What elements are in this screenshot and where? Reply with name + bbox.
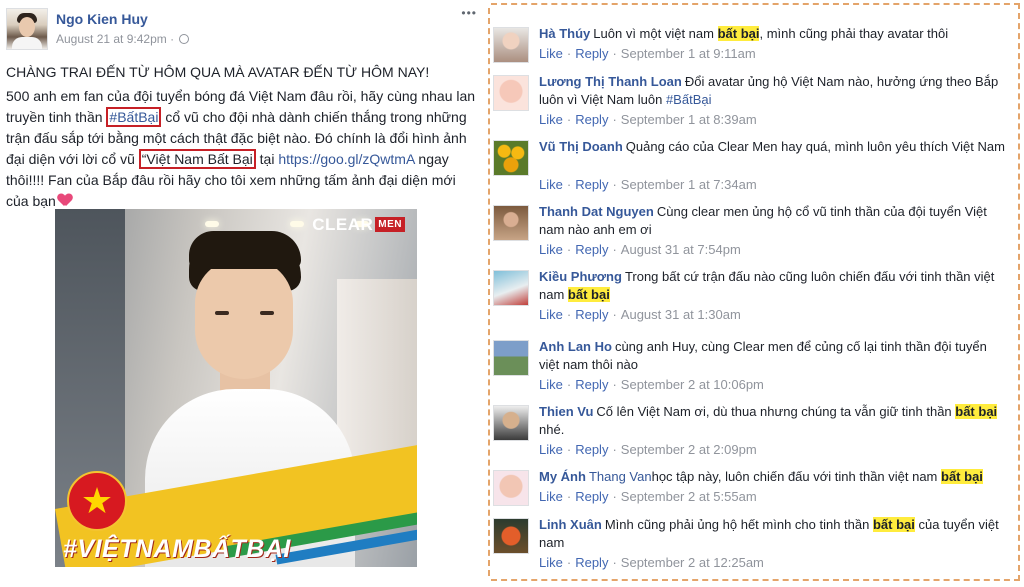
reply-link[interactable]: Reply: [575, 555, 608, 570]
comment-actions: Like · Reply · September 2 at 5:55am: [539, 489, 757, 504]
commenter-name[interactable]: Vũ Thị Doanh: [539, 139, 623, 154]
hashtag-link[interactable]: #BấtBại: [666, 92, 712, 107]
reply-link[interactable]: Reply: [575, 307, 608, 322]
vietnam-flag-icon: ★: [67, 471, 127, 531]
like-link[interactable]: Like: [539, 442, 563, 457]
comment-actions: Like · Reply · September 1 at 8:39am: [539, 112, 757, 127]
like-link[interactable]: Like: [539, 177, 563, 192]
commenter-name[interactable]: Thien Vu: [539, 404, 593, 419]
reply-link[interactable]: Reply: [575, 377, 608, 392]
comment-actions: Like · Reply · September 1 at 7:34am: [539, 177, 757, 192]
commenter-avatar[interactable]: [493, 27, 529, 63]
globe-icon: [179, 34, 190, 44]
panel-divider: [488, 8, 490, 576]
more-options-icon[interactable]: •••: [461, 6, 477, 20]
comment-time[interactable]: September 2 at 5:55am: [621, 489, 757, 504]
reply-link[interactable]: Reply: [575, 177, 608, 192]
commenter-avatar[interactable]: [493, 340, 529, 376]
commenter-avatar[interactable]: [493, 270, 529, 306]
heart-emoji-icon: [58, 194, 72, 207]
commenter-avatar[interactable]: [493, 75, 529, 111]
image-hashtag-overlay: #VIỆTNAMBẤTBẠI: [63, 535, 291, 563]
commenter-avatar[interactable]: [493, 205, 529, 241]
slogan-text: “Việt Nam Bất Bại: [138, 149, 256, 169]
commenter-name[interactable]: Kiều Phương: [539, 269, 622, 284]
commenter-name[interactable]: My Ánh: [539, 469, 586, 484]
commenter-name[interactable]: Anh Lan Ho: [539, 339, 612, 354]
commenter-avatar[interactable]: [493, 470, 529, 506]
like-link[interactable]: Like: [539, 307, 563, 322]
comment-time[interactable]: September 1 at 8:39am: [621, 112, 757, 127]
post-text: CHÀNG TRAI ĐẾN TỪ HÔM QUA MÀ AVATAR ĐẾN …: [6, 62, 482, 212]
commenter-name[interactable]: Hà Thúy: [539, 26, 590, 41]
comment-text: Anh Lan Ho cùng anh Huy, cùng Clear men đ…: [539, 339, 987, 372]
hashtag-link[interactable]: #BấtBại: [106, 107, 162, 127]
short-url-link[interactable]: https://goo.gl/zQwtmA: [278, 151, 414, 167]
like-link[interactable]: Like: [539, 555, 563, 570]
author-name[interactable]: Ngo Kien Huy: [56, 11, 148, 27]
reply-link[interactable]: Reply: [575, 46, 608, 61]
comment-text: Kiều Phương Trong bất cứ trận đấu nào cũn…: [539, 269, 995, 302]
clear-men-logo: CLEAR MEN: [312, 215, 405, 235]
like-link[interactable]: Like: [539, 489, 563, 504]
comment-text: Linh Xuân Mình cũng phải ủng hộ hết mình …: [539, 517, 999, 550]
comment-actions: Like · Reply · August 31 at 1:30am: [539, 307, 741, 322]
reply-link[interactable]: Reply: [575, 242, 608, 257]
like-link[interactable]: Like: [539, 112, 563, 127]
comment-time[interactable]: September 1 at 7:34am: [621, 177, 757, 192]
reply-link[interactable]: Reply: [575, 442, 608, 457]
comment-time[interactable]: August 31 at 7:54pm: [621, 242, 741, 257]
post-date[interactable]: August 21 at 9:42pm: [56, 32, 167, 46]
commenter-avatar[interactable]: [493, 405, 529, 441]
post-body-part3: tại: [255, 151, 279, 167]
commenter-name[interactable]: Thanh Dat Nguyen: [539, 204, 654, 219]
facebook-post: Ngo Kien Huy August 21 at 9:42pm · ••• C…: [0, 0, 487, 587]
like-link[interactable]: Like: [539, 377, 563, 392]
comment-actions: Like · Reply · September 2 at 10:06pm: [539, 377, 764, 392]
comment-text: My Ánh Thang Vanhọc tập này, luôn chiến đ…: [539, 469, 983, 484]
comment-time[interactable]: September 2 at 2:09pm: [621, 442, 757, 457]
comment-time[interactable]: September 1 at 9:11am: [621, 46, 756, 61]
like-link[interactable]: Like: [539, 46, 563, 61]
post-headline: CHÀNG TRAI ĐẾN TỪ HÔM QUA MÀ AVATAR ĐẾN …: [6, 64, 430, 80]
reply-link[interactable]: Reply: [575, 489, 608, 504]
comment-actions: Like · Reply · September 1 at 9:11am: [539, 46, 756, 61]
tagged-user-link[interactable]: Thang Van: [589, 469, 652, 484]
commenter-avatar[interactable]: [493, 140, 529, 176]
comment-time[interactable]: September 2 at 10:06pm: [621, 377, 764, 392]
comment-time[interactable]: September 2 at 12:25am: [621, 555, 764, 570]
post-photo[interactable]: CLEAR MEN ★ #VIỆTNAMBẤTBẠI: [55, 209, 417, 567]
comment-text: Vũ Thị Doanh Quảng cáo của Clear Men hay …: [539, 139, 1005, 154]
commenter-name[interactable]: Linh Xuân: [539, 517, 602, 532]
comment-actions: Like · Reply · September 2 at 12:25am: [539, 555, 764, 570]
comment-text: Thien Vu Cố lên Việt Nam ơi, dù thua nhưn…: [539, 404, 998, 437]
commenter-avatar[interactable]: [493, 518, 529, 554]
comments-panel: Hà Thúy Luôn vì một việt nam bất bại, mìn…: [491, 3, 1020, 581]
comment-time[interactable]: August 31 at 1:30am: [621, 307, 741, 322]
post-timestamp[interactable]: August 21 at 9:42pm ·: [56, 32, 190, 46]
author-avatar[interactable]: [6, 8, 48, 50]
comment-text: Lương Thị Thanh Loan Đổi avatar ủng hộ Vi…: [539, 74, 999, 107]
comment-actions: Like · Reply · August 31 at 7:54pm: [539, 242, 741, 257]
commenter-name[interactable]: Lương Thị Thanh Loan: [539, 74, 682, 89]
comment-actions: Like · Reply · September 2 at 2:09pm: [539, 442, 757, 457]
reply-link[interactable]: Reply: [575, 112, 608, 127]
comment-text: Thanh Dat Nguyen Cùng clear men ủng hộ cổ…: [539, 204, 987, 237]
comment-text: Hà Thúy Luôn vì một việt nam bất bại, mìn…: [539, 26, 949, 41]
post-header: Ngo Kien Huy August 21 at 9:42pm · •••: [6, 6, 481, 54]
like-link[interactable]: Like: [539, 242, 563, 257]
